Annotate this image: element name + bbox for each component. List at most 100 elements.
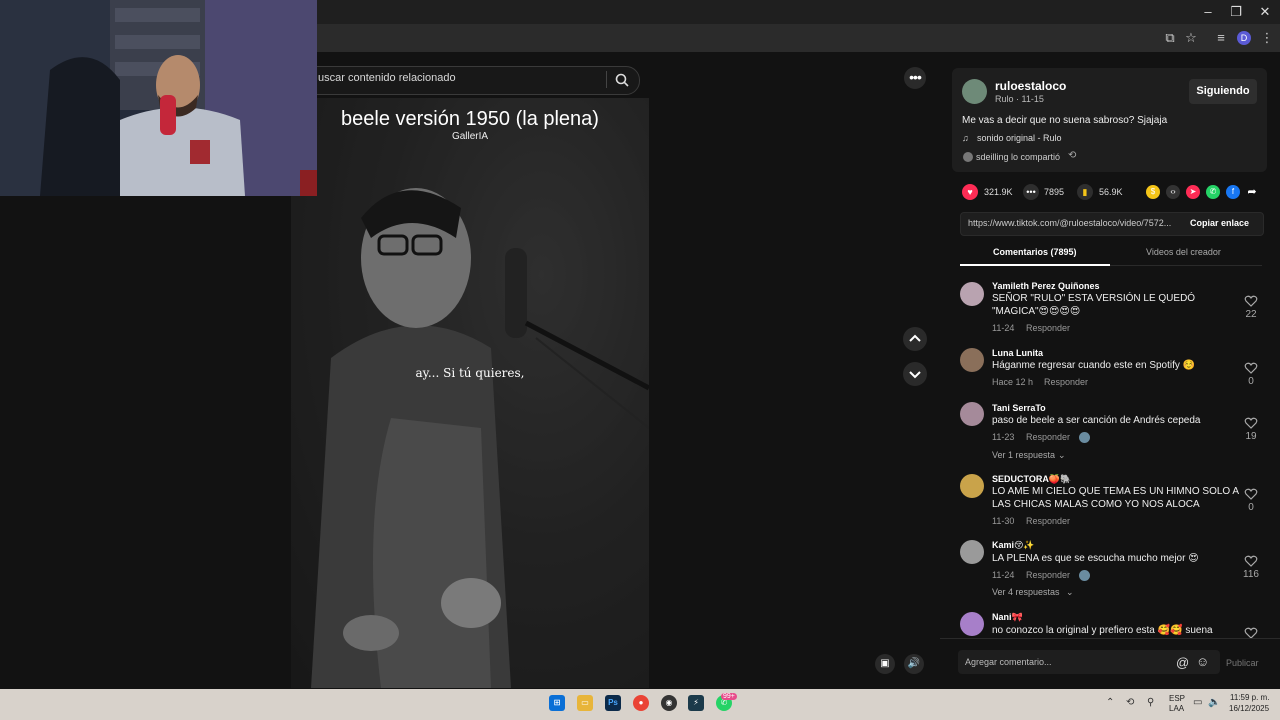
share-arrow-icon[interactable]: ➦	[1245, 185, 1259, 199]
heart-icon[interactable]	[1244, 487, 1258, 501]
mention-icon[interactable]: @	[1176, 655, 1189, 670]
comment-avatar[interactable]	[960, 540, 984, 564]
language-code[interactable]: ESP	[1169, 694, 1185, 703]
chrome-icon[interactable]: ●	[633, 695, 649, 711]
profile-avatar[interactable]: D	[1237, 31, 1251, 45]
emoji-icon[interactable]: ☺	[1196, 654, 1209, 669]
coin-icon[interactable]: $	[1146, 185, 1160, 199]
video-title: beele versión 1950 (la plena)	[341, 108, 599, 130]
bookmark-star-icon[interactable]: ☆	[1183, 30, 1199, 46]
heart-icon[interactable]	[1244, 294, 1258, 308]
comment-avatar[interactable]	[960, 612, 984, 636]
view-replies-button[interactable]: Ver 1 respuesta	[992, 450, 1055, 460]
reply-button[interactable]: Responder	[1026, 432, 1070, 442]
tab-active-indicator	[960, 264, 1110, 266]
video-link[interactable]: https://www.tiktok.com/@ruloestaloco/vid…	[968, 218, 1171, 228]
comment-date: 11-24	[992, 570, 1015, 580]
comment-avatar[interactable]	[960, 282, 984, 306]
creator-username[interactable]: ruloestaloco	[995, 79, 1066, 93]
media-control-icon[interactable]: ≡	[1213, 30, 1229, 46]
view-replies-button[interactable]: Ver 4 respuestas	[992, 587, 1060, 597]
reply-button[interactable]: Responder	[1026, 570, 1070, 580]
network-icon[interactable]: ⟲	[1126, 697, 1134, 708]
comment-avatar[interactable]	[960, 348, 984, 372]
comment-user[interactable]: SEDUCTORA🍑🐘	[992, 474, 1071, 485]
minimize-icon[interactable]: –	[1194, 2, 1222, 22]
more-options-icon[interactable]: •••	[904, 67, 926, 89]
comment-like-count: 0	[1248, 376, 1254, 387]
comment-text-line2: LAS CHICAS MALAS COMO YO NOS ALOCA	[992, 499, 1200, 510]
file-explorer-icon[interactable]: ▭	[577, 695, 593, 711]
creator-avatar[interactable]	[962, 79, 987, 104]
app-icon[interactable]: ⚡	[688, 695, 704, 711]
comment-text: paso de beele a ser canción de Andrés ce…	[992, 415, 1201, 426]
copy-link-button[interactable]: Copiar enlace	[1190, 218, 1249, 228]
reply-button[interactable]: Responder	[1026, 516, 1070, 526]
comment-user[interactable]: Luna Lunita	[992, 348, 1043, 358]
whatsapp-icon[interactable]: ✆	[1206, 185, 1220, 199]
search-text[interactable]: uscar contenido relacionado	[318, 72, 456, 84]
speaker-icon[interactable]: 🔈	[1208, 697, 1220, 708]
chevron-down-icon: ⌄	[1058, 450, 1066, 460]
comment-avatar[interactable]	[960, 474, 984, 498]
close-icon[interactable]: ✕	[1251, 2, 1279, 22]
comment-placeholder[interactable]: Agregar comentario...	[965, 657, 1052, 667]
embed-icon[interactable]: ‹›	[1166, 185, 1180, 199]
send-icon[interactable]: ➤	[1186, 185, 1200, 199]
comment-icon[interactable]: •••	[1023, 184, 1039, 200]
singer-illustration	[291, 98, 649, 688]
bookmark-icon[interactable]: ▮	[1077, 184, 1093, 200]
tab-creator-videos[interactable]: Videos del creador	[1146, 247, 1221, 257]
reply-button[interactable]: Responder	[1026, 323, 1070, 333]
keyboard-layout[interactable]: LAA	[1169, 704, 1184, 713]
heart-icon[interactable]	[1244, 554, 1258, 568]
display-icon[interactable]: ▭	[1193, 697, 1202, 708]
tab-comments[interactable]: Comentarios (7895)	[993, 247, 1077, 257]
chevron-up-icon[interactable]: ⌃	[1106, 697, 1114, 708]
volume-icon[interactable]: 🔊	[904, 654, 924, 674]
comment-text: LA PLENA es que se escucha mucho mejor 😍	[992, 553, 1199, 564]
chevron-up-icon	[909, 334, 921, 342]
comment-like-count: 0	[1248, 502, 1254, 513]
next-video-button[interactable]	[903, 362, 927, 386]
comment-user[interactable]: Nani🎀	[992, 612, 1023, 623]
comment-text: SEÑOR "RULO" ESTA VERSIÓN LE QUEDÓ	[992, 293, 1196, 304]
windows-start-icon[interactable]: ⊞	[549, 695, 565, 711]
following-button[interactable]: Siguiendo	[1189, 79, 1257, 104]
mic-icon[interactable]: ⚲	[1147, 697, 1154, 708]
heart-icon[interactable]	[1244, 416, 1258, 430]
pip-icon[interactable]: ▣	[875, 654, 895, 674]
video-player[interactable]	[291, 98, 649, 688]
comment-user[interactable]: Kami😚✨	[992, 540, 1035, 551]
reply-button[interactable]: Responder	[1044, 377, 1088, 387]
menu-icon[interactable]: ⋮	[1259, 30, 1275, 46]
photoshop-icon[interactable]: Ps	[605, 695, 621, 711]
video-subtitle: GallerIA	[451, 131, 489, 142]
previous-video-button[interactable]	[903, 327, 927, 351]
comment-like-count: 19	[1245, 431, 1257, 442]
comment-text: LO AME MI CIELO QUE TEMA ES UN HIMNO SOL…	[992, 486, 1240, 497]
comment-text: Háganme regresar cuando este en Spotify …	[992, 360, 1196, 371]
comment-user[interactable]: Tani SerraTo	[992, 403, 1046, 413]
restore-icon[interactable]: ❐	[1222, 2, 1250, 22]
comment-like-count: 116	[1243, 569, 1259, 580]
comment-user[interactable]: Yamileth Perez Quiñones	[992, 281, 1100, 291]
comment-avatar[interactable]	[960, 402, 984, 426]
facebook-icon[interactable]: f	[1226, 185, 1240, 199]
post-sound[interactable]: sonido original - Rulo	[977, 133, 1062, 143]
install-app-icon[interactable]: ⧉	[1162, 30, 1178, 46]
saves-count: 56.9K	[1099, 187, 1123, 197]
creator-liked-avatar	[1079, 432, 1090, 443]
search-icon[interactable]	[614, 72, 630, 88]
clock-time[interactable]: 11:59 p. m.	[1230, 693, 1269, 702]
likes-count: 321.9K	[984, 187, 1013, 197]
like-icon[interactable]: ♥	[962, 184, 978, 200]
publish-button[interactable]: Publicar	[1226, 658, 1259, 668]
comment-text: no conozco la original y prefiero esta 🥰…	[992, 625, 1213, 636]
notification-badge: 99+	[721, 693, 737, 700]
clock-date[interactable]: 16/12/2025	[1229, 704, 1269, 713]
music-note-icon: ♫	[962, 133, 969, 143]
obs-icon[interactable]: ◉	[661, 695, 677, 711]
heart-icon[interactable]	[1244, 361, 1258, 375]
repost-icon: ⟲	[1068, 150, 1077, 161]
